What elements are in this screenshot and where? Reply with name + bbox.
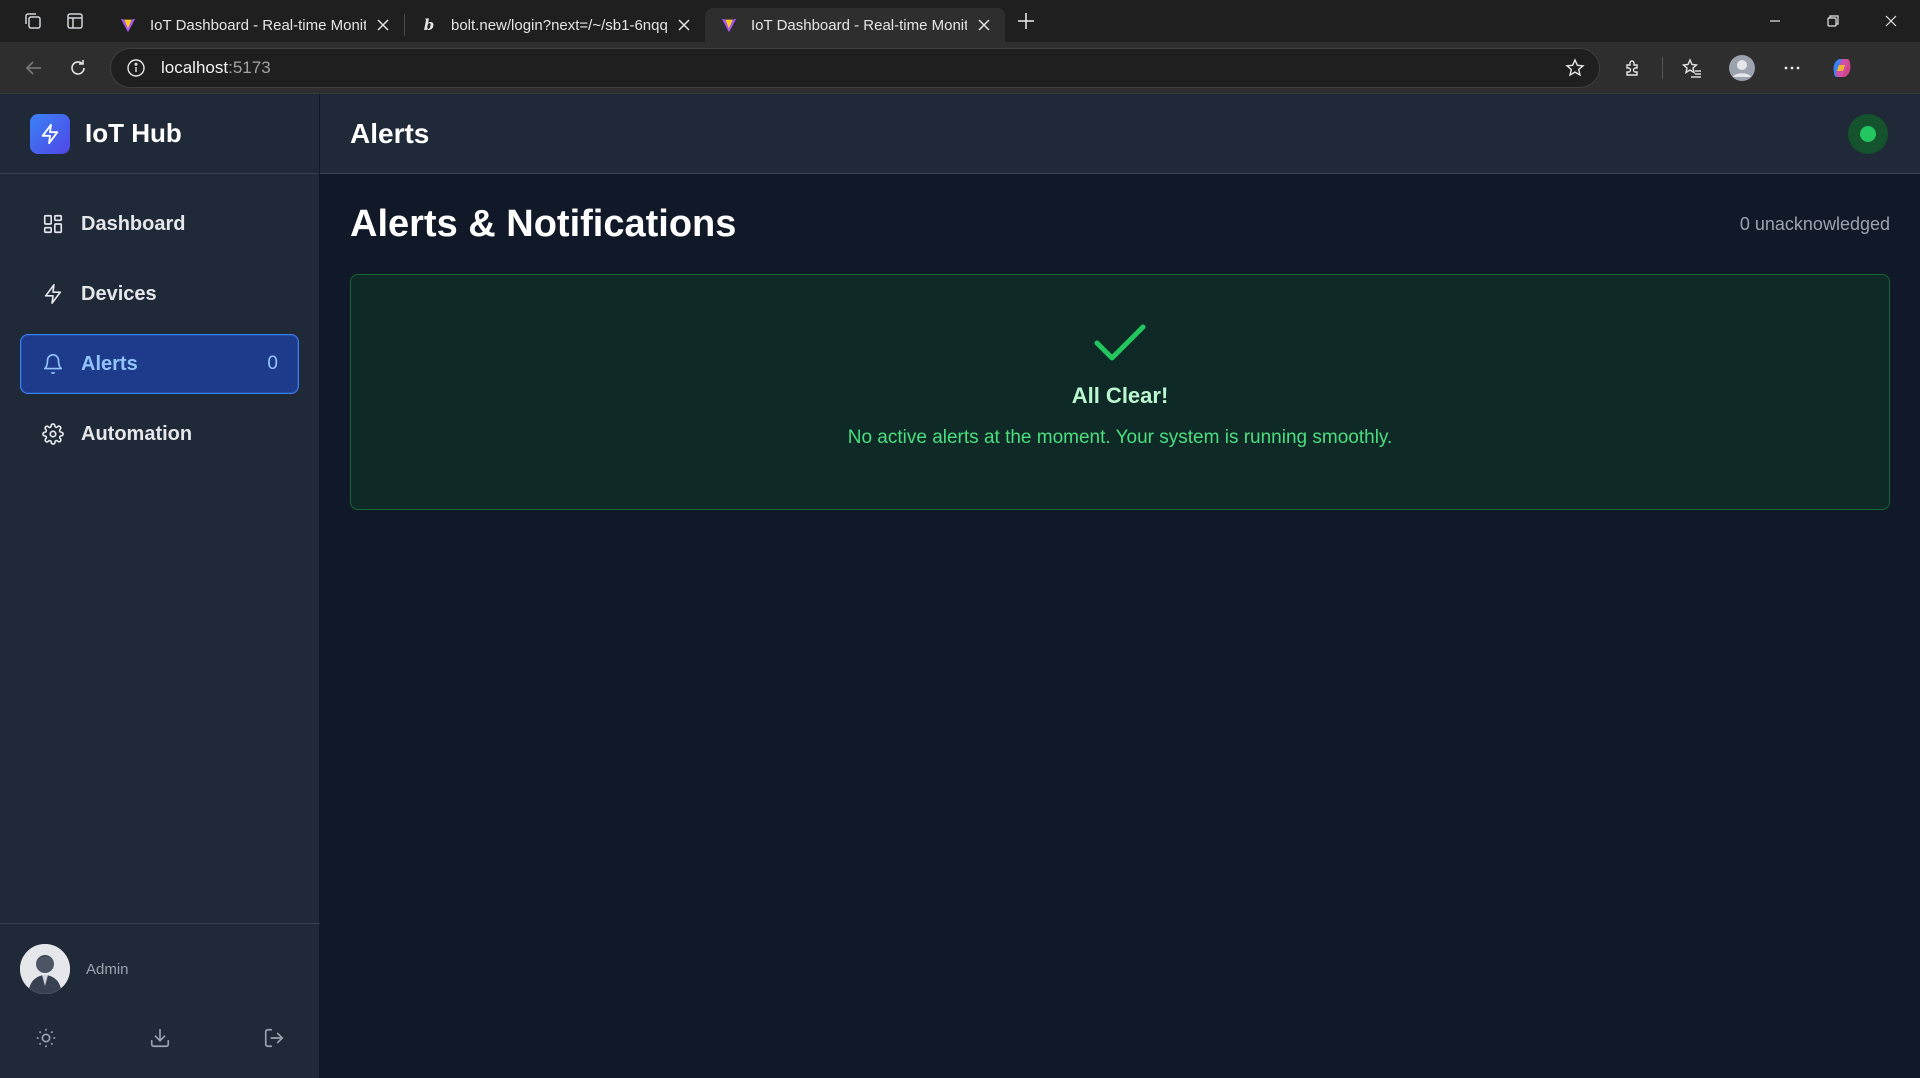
browser-tab-strip: IoT Dashboard - Real-time Monitoring b b… <box>0 0 1920 42</box>
profile-icon[interactable] <box>1717 48 1767 88</box>
sidebar-item-label: Devices <box>81 282 157 305</box>
favorite-star-icon[interactable] <box>1565 57 1585 78</box>
extensions-icon[interactable] <box>1608 48 1658 88</box>
tab-title: IoT Dashboard - Real-time Monitoring <box>751 16 967 34</box>
sidebar-item-devices[interactable]: Devices <box>20 264 299 324</box>
dashboard-grid-icon <box>41 212 65 236</box>
all-clear-card: All Clear! No active alerts at the momen… <box>350 274 1890 510</box>
empty-state-message: No active alerts at the moment. Your sys… <box>847 427 1393 448</box>
sidebar-nav: Dashboard Devices Alerts 0 Automation <box>0 174 319 464</box>
tab-title: bolt.new/login?next=/~/sb1-6nqq <box>451 16 667 34</box>
lightning-icon <box>41 282 65 306</box>
sidebar-item-label: Dashboard <box>81 212 186 235</box>
favorites-icon[interactable] <box>1667 48 1717 88</box>
browser-tab-active[interactable]: IoT Dashboard - Real-time Monitoring <box>705 8 1005 42</box>
more-options-icon[interactable] <box>1767 48 1817 88</box>
back-icon[interactable] <box>12 48 56 88</box>
user-name: Admin <box>86 960 129 978</box>
url-host: localhost <box>161 57 229 77</box>
bolt-favicon-icon: b <box>423 16 435 34</box>
copilot-icon[interactable] <box>1817 48 1867 88</box>
reload-icon[interactable] <box>56 48 100 88</box>
site-info-icon[interactable] <box>125 57 147 79</box>
checkmark-icon <box>1093 323 1147 363</box>
app-header: Alerts <box>320 94 1920 174</box>
brand-header: IoT Hub <box>0 94 319 174</box>
close-tab-icon[interactable] <box>673 14 695 36</box>
sidebar-item-automation[interactable]: Automation <box>20 404 299 464</box>
main-content: Alerts & Notifications 0 unacknowledged … <box>320 174 1920 1078</box>
sun-icon[interactable] <box>30 1022 62 1054</box>
sidebar-footer-actions <box>20 1022 300 1054</box>
sidebar: IoT Hub Dashboard Devices Alerts 0 Autom… <box>0 94 320 1078</box>
user-profile[interactable]: Admin <box>20 944 300 994</box>
lightning-logo-icon <box>30 113 70 154</box>
browser-toolbar: localhost:5173 <box>0 42 1920 94</box>
connection-status-indicator <box>1848 113 1888 154</box>
close-tab-icon[interactable] <box>372 14 394 36</box>
sidebar-footer: Admin <box>0 923 320 1078</box>
sidebar-item-label: Alerts <box>81 352 138 375</box>
empty-state-title: All Clear! <box>1071 383 1169 408</box>
vertical-tabs-icon[interactable] <box>54 0 96 42</box>
bell-icon <box>41 352 65 376</box>
tab-title: IoT Dashboard - Real-time Monitoring <box>150 16 366 34</box>
alerts-count-badge: 0 <box>267 353 278 374</box>
brand-name: IoT Hub <box>85 118 182 148</box>
download-icon[interactable] <box>144 1022 176 1054</box>
section-header: Alerts & Notifications 0 unacknowledged <box>350 202 1890 245</box>
browser-tab[interactable]: IoT Dashboard - Real-time Monitoring <box>104 8 404 42</box>
page-title: Alerts <box>350 117 430 149</box>
sidebar-item-dashboard[interactable]: Dashboard <box>20 194 299 254</box>
address-bar[interactable]: localhost:5173 <box>110 47 1600 88</box>
restore-icon[interactable] <box>1804 0 1862 42</box>
avatar <box>20 944 70 994</box>
sidebar-item-alerts[interactable]: Alerts 0 <box>20 334 299 394</box>
close-window-icon[interactable] <box>1862 0 1920 42</box>
vite-favicon-icon <box>118 15 138 35</box>
gear-icon <box>41 422 65 446</box>
vite-favicon-icon <box>719 15 739 35</box>
sidebar-item-label: Automation <box>81 422 193 445</box>
minimize-icon[interactable] <box>1746 0 1804 42</box>
close-tab-icon[interactable] <box>973 14 995 36</box>
window-controls <box>1746 0 1920 42</box>
browser-tab[interactable]: b bolt.new/login?next=/~/sb1-6nqq <box>405 8 705 42</box>
section-title: Alerts & Notifications <box>350 202 737 245</box>
url-text: localhost:5173 <box>161 58 1565 78</box>
url-port: :5173 <box>228 57 271 77</box>
logout-icon[interactable] <box>258 1022 290 1054</box>
unacknowledged-count: 0 unacknowledged <box>1739 213 1890 234</box>
workspaces-icon[interactable] <box>12 0 54 42</box>
toolbar-divider <box>1662 56 1663 79</box>
new-tab-button[interactable] <box>1005 0 1047 42</box>
status-dot <box>1860 125 1876 142</box>
